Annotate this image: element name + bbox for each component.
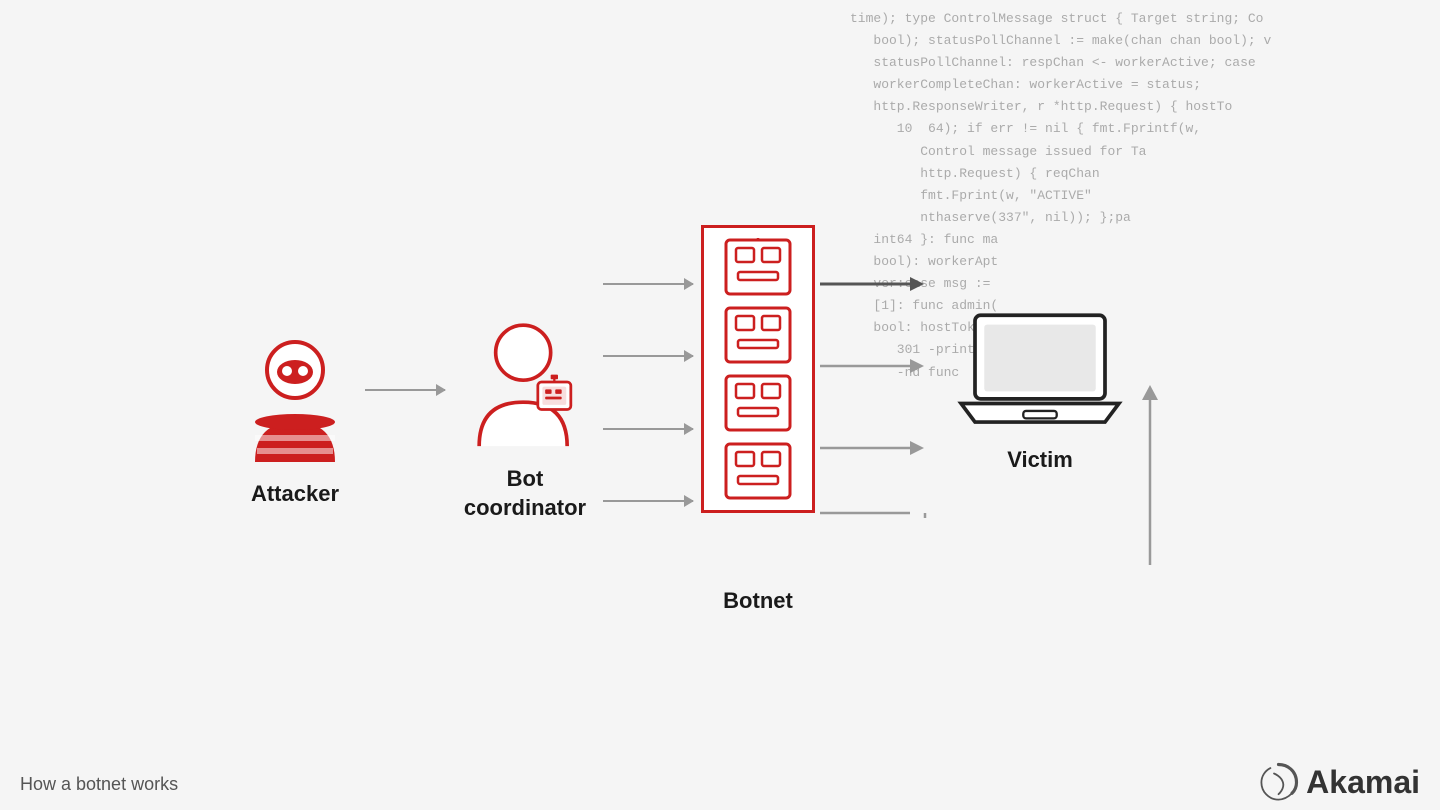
botnet-container: Botnet [701, 225, 815, 616]
akamai-swoosh-icon [1256, 760, 1301, 805]
arrows-svg [820, 248, 950, 538]
footer-caption: How a botnet works [20, 774, 178, 795]
akamai-logo: Akamai [1256, 760, 1420, 805]
bot4-icon [724, 442, 792, 500]
arrow-to-bot4 [603, 500, 693, 502]
caption-text: How a botnet works [20, 774, 178, 794]
akamai-text: Akamai [1306, 764, 1420, 801]
botnet-to-victim-arrows [820, 248, 950, 538]
coordinator-entity: Bot coordinator [455, 317, 595, 522]
bot3-icon [724, 374, 792, 432]
arrow-to-bot2 [603, 355, 693, 357]
bot2-icon [724, 306, 792, 364]
bot1-icon [724, 238, 792, 296]
victim-entity: Victim [955, 306, 1125, 475]
diagram-wrapper: Attacker Bot co [0, 80, 1440, 760]
coordinator-icon [470, 317, 580, 447]
attacker-label: Attacker [251, 480, 339, 509]
bot4-to-victim-arrow [1120, 385, 1180, 565]
arrow-to-bot3 [603, 428, 693, 430]
coordinator-label: Bot coordinator [464, 465, 586, 522]
coordinator-to-botnet-arrows [603, 248, 693, 538]
botnet-box [701, 225, 815, 513]
victim-label: Victim [1007, 446, 1073, 475]
victim-icon [955, 306, 1125, 436]
botnet-label: Botnet [723, 587, 793, 616]
attacker-icon [240, 332, 350, 462]
arrow-to-bot1 [603, 283, 693, 285]
attacker-to-coordinator-arrow [365, 389, 445, 391]
attacker-entity: Attacker [235, 332, 355, 509]
